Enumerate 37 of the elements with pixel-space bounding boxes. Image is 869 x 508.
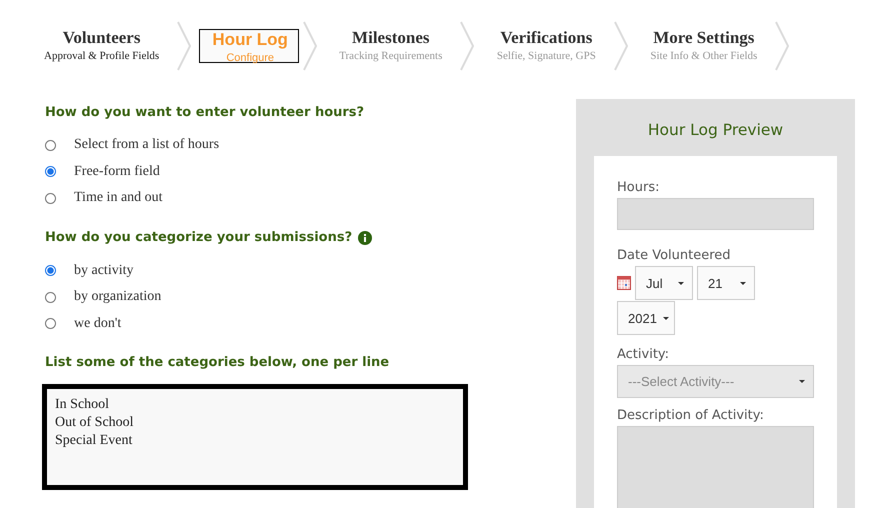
field-label: Date Volunteered: [617, 248, 732, 263]
wizard-step[interactable]: Milestones Tracking Requirements: [325, 16, 456, 76]
categories-heading: List some of the categories below, one per line: [45, 355, 390, 370]
radio-button[interactable]: [45, 318, 56, 330]
info-icon[interactable]: [358, 230, 372, 244]
month-select[interactable]: Jul: [635, 266, 693, 300]
chevron-icon: [614, 21, 628, 71]
chevron-icon: [303, 21, 318, 71]
wizard-step[interactable]: More Settings Site Info & Other Fields: [636, 16, 772, 76]
radio-button[interactable]: [45, 265, 56, 276]
preview-title: Hour Log Preview: [646, 120, 784, 141]
description-field[interactable]: [617, 426, 814, 508]
year-select[interactable]: 2021: [617, 301, 675, 335]
field-label: Hours:: [617, 180, 660, 195]
radio-button[interactable]: [45, 292, 56, 303]
radio-button[interactable]: [45, 166, 56, 178]
radio-button[interactable]: [45, 192, 56, 204]
option-label: Free-form field: [74, 164, 160, 180]
field-label: Description of Activity:: [617, 408, 765, 423]
categories-field[interactable]: In School Out of School Special Event: [42, 384, 468, 490]
option-label: by organization: [74, 289, 162, 306]
question-heading: How do you categorize your submissions?: [45, 230, 352, 245]
option-label: Time in and out: [74, 190, 163, 206]
wizard-step[interactable]: Verifications Selfie, Signature, GPS: [482, 16, 610, 76]
option-label: we don't: [74, 316, 122, 332]
chevron-icon: [177, 21, 192, 71]
field-label: Activity:: [617, 347, 670, 362]
chevron-icon: [775, 21, 790, 71]
wizard-step[interactable]: Volunteers Approval & Profile Fields: [30, 16, 174, 76]
chevron-icon: [460, 21, 474, 71]
day-select[interactable]: 21: [697, 266, 755, 300]
question-heading: How do you want to enter volunteer hours?: [45, 104, 364, 120]
option-label: Select from a list of hours: [74, 137, 220, 154]
hours-field[interactable]: [617, 198, 814, 230]
radio-button[interactable]: [45, 140, 56, 151]
calendar-icon[interactable]: [617, 276, 631, 290]
option-label: by activity: [74, 262, 134, 279]
